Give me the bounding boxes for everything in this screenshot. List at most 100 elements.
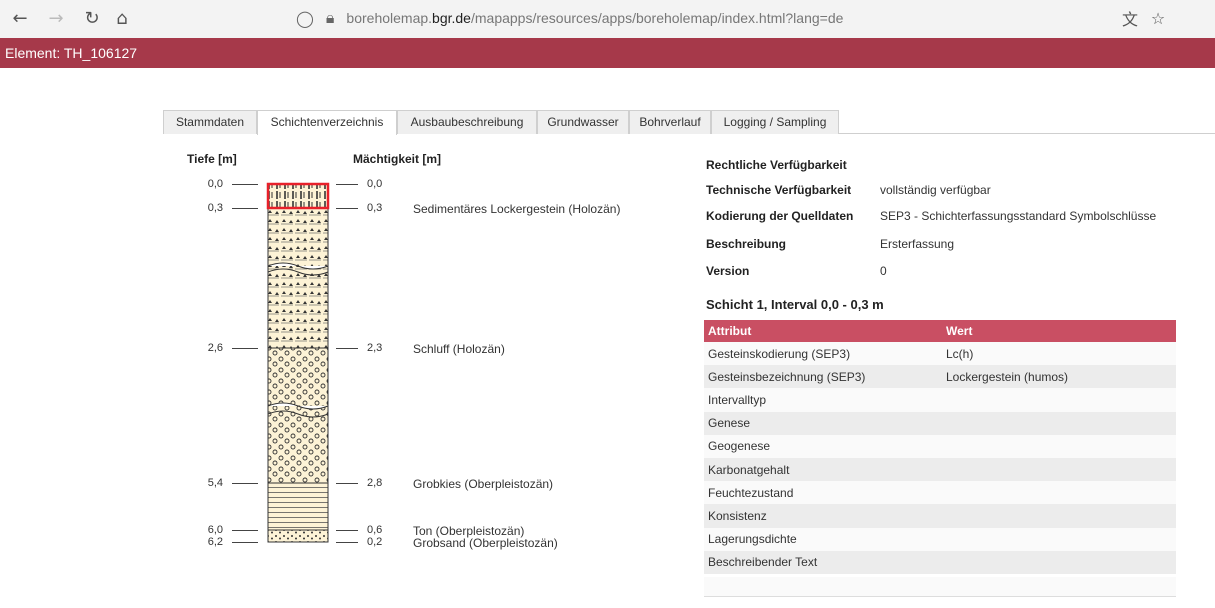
reload-icon[interactable]: ↻ bbox=[80, 6, 104, 30]
attribute-cell: Genese bbox=[704, 411, 942, 435]
info-label: Version bbox=[706, 264, 750, 278]
browser-toolbar: ← → ↻ ⌂ ◯ 🔒︎ borehole map. bgr.de/mapapps/… bbox=[0, 0, 1215, 38]
layer-silt[interactable] bbox=[267, 207, 329, 349]
value-cell bbox=[942, 481, 1176, 505]
depth-tick bbox=[232, 530, 258, 531]
depth-label: 0,0 bbox=[207, 178, 223, 190]
info-value: Ersterfassung bbox=[880, 237, 955, 251]
lock-icon[interactable]: 🔒︎ bbox=[326, 8, 335, 28]
url-prefix: borehole bbox=[346, 10, 401, 26]
thickness-tick bbox=[336, 542, 358, 543]
value-cell bbox=[942, 504, 1176, 528]
value-cell: Lc(h) bbox=[942, 342, 1176, 366]
column-header-value[interactable]: Wert bbox=[942, 320, 1176, 342]
tab-bohrverlauf[interactable]: Bohrverlauf bbox=[629, 110, 711, 134]
layer-humus-selected[interactable] bbox=[266, 182, 330, 210]
table-row: Beschreibender Text bbox=[704, 550, 1176, 574]
layer-description: Grobkies (Oberpleistozän) bbox=[413, 477, 554, 491]
layer-clay[interactable] bbox=[267, 482, 329, 531]
table-row: Gesteinsbezeichnung (SEP3) Lockergestein … bbox=[704, 365, 1176, 389]
table-row: Konsistenz bbox=[704, 504, 1176, 528]
info-label: Rechtliche Verfügbarkeit bbox=[706, 158, 847, 172]
shield-icon[interactable]: ◯ bbox=[296, 9, 314, 28]
back-arrow-icon[interactable]: ← bbox=[8, 6, 32, 30]
info-value: SEP3 - Schichterfassungsstandard Symbols… bbox=[880, 209, 1157, 223]
tab-stammdaten[interactable]: Stammdaten bbox=[163, 110, 257, 134]
info-label: Beschreibung bbox=[706, 237, 787, 251]
attribute-cell: Beschreibender Text bbox=[704, 550, 942, 574]
column-header-attribute[interactable]: Attribut bbox=[704, 320, 942, 342]
depth-tick bbox=[232, 348, 258, 349]
attribute-cell: Gesteinskodierung (SEP3) bbox=[704, 342, 942, 366]
attribute-cell: Geogenese bbox=[704, 434, 942, 458]
layer-description: Grobsand (Oberpleistozän) bbox=[413, 536, 558, 550]
thickness-label: 2,8 bbox=[367, 477, 383, 489]
attribute-cell: Karbonatgehalt bbox=[704, 457, 942, 482]
table-row: Lagerungsdichte bbox=[704, 527, 1176, 551]
depth-label: 5,4 bbox=[207, 477, 223, 489]
borehole-column bbox=[266, 182, 330, 543]
value-cell bbox=[942, 411, 1176, 435]
depth-tick bbox=[232, 483, 258, 484]
attribute-cell: Lagerungsdichte bbox=[704, 527, 942, 551]
depth-label: 6,2 bbox=[207, 536, 223, 548]
table-row: Genese bbox=[704, 411, 1176, 435]
forward-arrow-icon[interactable]: → bbox=[44, 6, 68, 30]
thickness-tick bbox=[336, 483, 358, 484]
table-row: Geogenese bbox=[704, 434, 1176, 458]
depth-header: Tiefe [m] bbox=[187, 152, 237, 166]
info-value: vollständig verfügbar bbox=[880, 183, 991, 197]
value-cell bbox=[942, 527, 1176, 551]
depth-tick bbox=[232, 542, 258, 543]
layer-detail-title: Schicht 1, Interval 0,0 - 0,3 m bbox=[706, 297, 884, 312]
tab-ausbaubeschreibung[interactable]: Ausbaubeschreibung bbox=[397, 110, 537, 134]
thickness-tick bbox=[336, 184, 358, 185]
thickness-label: 0,0 bbox=[367, 178, 383, 190]
element-header: Element: TH_106127 bbox=[0, 38, 1215, 68]
value-cell bbox=[942, 550, 1176, 574]
attribute-cell: Konsistenz bbox=[704, 504, 942, 528]
home-icon[interactable]: ⌂ bbox=[110, 6, 134, 30]
table-footer bbox=[704, 577, 1176, 597]
depth-tick bbox=[232, 208, 258, 209]
info-label: Kodierung der Quelldaten bbox=[706, 209, 854, 223]
attribute-cell: Intervalltyp bbox=[704, 388, 942, 412]
value-cell bbox=[942, 457, 1176, 482]
translate-icon[interactable]: 文 bbox=[1118, 6, 1142, 30]
attribute-cell: Gesteinsbezeichnung (SEP3) bbox=[704, 365, 942, 389]
tab-schichtenverzeichnis[interactable]: Schichtenverzeichnis bbox=[257, 110, 397, 135]
url-domain: bgr.de bbox=[432, 10, 471, 26]
address-bar[interactable]: ◯ 🔒︎ borehole map. bgr.de/mapapps/resource… bbox=[296, 4, 896, 32]
value-cell bbox=[942, 388, 1176, 412]
table-row: Intervalltyp bbox=[704, 388, 1176, 412]
thickness-label: 2,3 bbox=[367, 342, 383, 354]
tab-grundwasser[interactable]: Grundwasser bbox=[537, 110, 629, 134]
layer-description: Schluff (Holozän) bbox=[413, 342, 505, 356]
value-cell: Lockergestein (humos) bbox=[942, 365, 1176, 389]
layer-sand[interactable] bbox=[267, 529, 329, 543]
table-row: Feuchtezustand bbox=[704, 481, 1176, 505]
tab-bar: Stammdaten Schichtenverzeichnis Ausbaube… bbox=[163, 110, 1215, 135]
thickness-tick bbox=[336, 348, 358, 349]
depth-label: 0,3 bbox=[207, 202, 223, 214]
thickness-label: 0,6 bbox=[367, 524, 383, 536]
layer-gravel[interactable] bbox=[267, 347, 329, 484]
tab-logging-sampling[interactable]: Logging / Sampling bbox=[711, 110, 839, 134]
table-row: Karbonatgehalt bbox=[704, 457, 1176, 482]
depth-label: 6,0 bbox=[207, 524, 223, 536]
layer-description: Sedimentäres Lockergestein (Holozän) bbox=[413, 202, 621, 216]
star-icon[interactable]: ☆ bbox=[1146, 6, 1170, 30]
thickness-label: 0,3 bbox=[367, 202, 383, 214]
info-label: Technische Verfügbarkeit bbox=[706, 183, 852, 197]
attribute-table: Attribut Wert Gesteinskodierung (SEP3) Lc… bbox=[704, 320, 1176, 574]
depth-tick bbox=[232, 184, 258, 185]
table-row: Gesteinskodierung (SEP3) Lc(h) bbox=[704, 342, 1176, 366]
depth-label: 2,6 bbox=[207, 342, 223, 354]
thickness-header: Mächtigkeit [m] bbox=[353, 152, 442, 166]
attribute-cell: Feuchtezustand bbox=[704, 481, 942, 505]
thickness-tick bbox=[336, 530, 358, 531]
thickness-tick bbox=[336, 208, 358, 209]
value-cell bbox=[942, 434, 1176, 458]
table-header-row: Attribut Wert bbox=[704, 320, 1176, 342]
info-value: 0 bbox=[880, 264, 887, 278]
